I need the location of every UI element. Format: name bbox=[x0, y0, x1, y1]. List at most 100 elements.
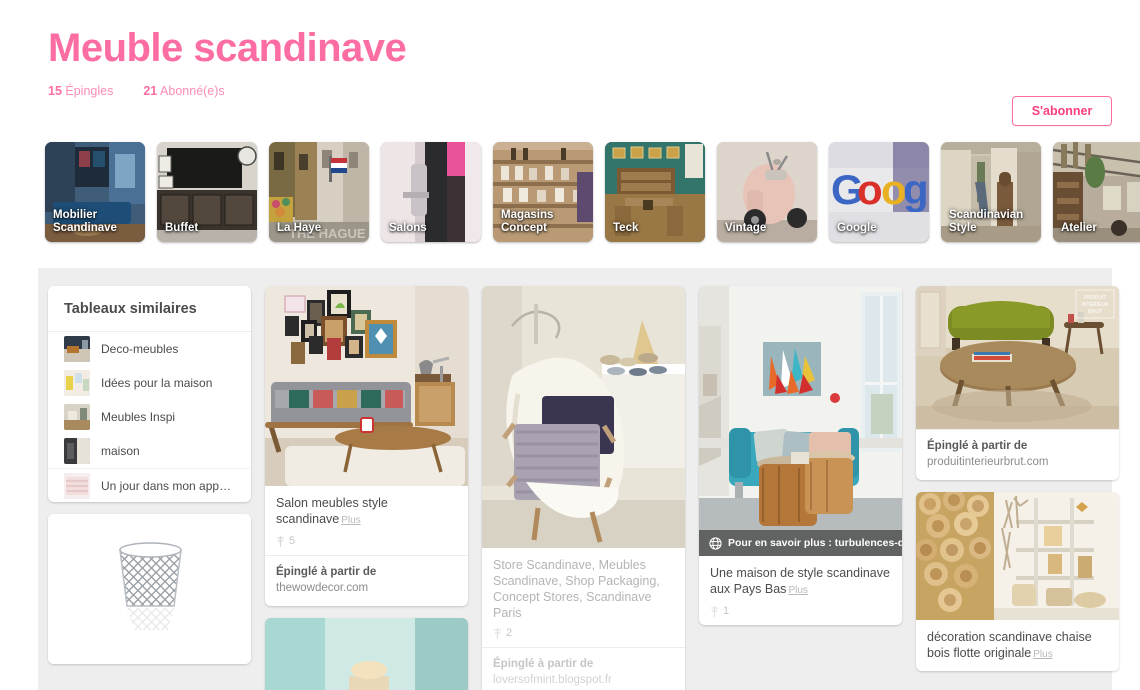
thumb-label: La Haye bbox=[277, 222, 322, 234]
similar-board-label: Deco-meubles bbox=[101, 342, 179, 356]
thumb-label: Buffet bbox=[165, 222, 199, 234]
pin-title: Une maison de style scandinave aux Pays … bbox=[710, 566, 890, 596]
similar-board-item[interactable]: Un jour dans mon appart'... bbox=[48, 468, 251, 502]
pin-stats: 2 bbox=[493, 627, 674, 639]
pin-source: Épinglé à partir de loversofmint.blogspo… bbox=[482, 647, 685, 690]
pin-photo: PRODUIT INTERIEUR BRUT bbox=[916, 286, 1119, 429]
thumb-label: Teck bbox=[613, 222, 639, 234]
thumb-teck[interactable]: Teck bbox=[605, 142, 705, 242]
pin-card-salon-scandinave[interactable]: Salon meubles style scandinave Plus 5 Épi… bbox=[265, 286, 468, 606]
similar-boards-heading: Tableaux similaires bbox=[48, 286, 251, 332]
thumb-salons[interactable]: Salons bbox=[381, 142, 481, 242]
globe-icon bbox=[709, 536, 722, 550]
similar-board-item[interactable]: Deco-meubles bbox=[48, 332, 251, 366]
teal-sofa-room-image bbox=[699, 286, 902, 556]
thumb-magasins-concept[interactable]: Magasins Concept bbox=[493, 142, 593, 242]
pin-photo bbox=[916, 492, 1119, 620]
pin-plus-link[interactable]: Plus bbox=[788, 585, 807, 596]
svg-text:INTERIEUR: INTERIEUR bbox=[1082, 302, 1109, 308]
grid-column-3: Store Scandinave, Meubles Scandinave, Sh… bbox=[482, 286, 685, 690]
pin-card-produit-interieur-brut[interactable]: PRODUIT INTERIEUR BRUT Épinglé à partir … bbox=[916, 286, 1119, 480]
thumb-scandinavian-style[interactable]: Scandinavian Style bbox=[941, 142, 1041, 242]
thumb-label: Magasins Concept bbox=[501, 209, 554, 234]
thumb-label: Google bbox=[837, 222, 877, 234]
thumb-label: Mobilier Scandinave bbox=[53, 209, 117, 234]
driftwood-decor-image bbox=[916, 492, 1119, 620]
similar-board-item[interactable]: maison bbox=[48, 434, 251, 468]
followers-count: 21 bbox=[143, 84, 158, 98]
thumb-label: Salons bbox=[389, 222, 427, 234]
similar-board-label: Idées pour la maison bbox=[101, 376, 213, 390]
thumb-mobilier-scandinave[interactable]: Mobilier Scandinave bbox=[45, 142, 145, 242]
pin-source: Épinglé à partir de produitinterieurbrut… bbox=[916, 429, 1119, 480]
pin-body: Salon meubles style scandinave Plus 5 bbox=[265, 486, 468, 555]
thumb-label: Vintage bbox=[725, 222, 767, 234]
pin-source-url[interactable]: produitinterieurbrut.com bbox=[927, 455, 1108, 470]
pin-source: Épinglé à partir de thewowdecor.com bbox=[265, 555, 468, 606]
similar-board-item[interactable]: Meubles Inspi bbox=[48, 400, 251, 434]
similar-board-item[interactable]: Idées pour la maison bbox=[48, 366, 251, 400]
similar-board-label: Un jour dans mon appart'... bbox=[101, 478, 235, 493]
subscribe-button[interactable]: S'abonner bbox=[1012, 96, 1112, 126]
thumb-la-haye[interactable]: THE HAGUE La Haye bbox=[269, 142, 369, 242]
scandinavian-living-room-image bbox=[265, 286, 468, 486]
pin-card-teal-room[interactable] bbox=[265, 618, 468, 690]
similar-board-thumb-icon bbox=[64, 404, 90, 430]
pin-photo bbox=[482, 286, 685, 548]
grid-column-5: PRODUIT INTERIEUR BRUT Épinglé à partir … bbox=[916, 286, 1119, 690]
sheepskin-chair-image bbox=[482, 286, 685, 548]
pin-repin-icon bbox=[276, 535, 285, 547]
similar-board-thumb-icon bbox=[64, 438, 90, 464]
pins-grid: Tableaux similaires Deco-meubles Idées p… bbox=[48, 286, 1119, 690]
pin-overlay-text: Pour en savoir plus : turbulences-d... bbox=[728, 537, 902, 549]
grid-column-2: Salon meubles style scandinave Plus 5 Épi… bbox=[265, 286, 468, 690]
basket-product-image bbox=[48, 514, 251, 664]
thumb-label: Scandinavian Style bbox=[949, 209, 1024, 234]
pin-plus-link[interactable]: Plus bbox=[341, 515, 360, 526]
similar-board-thumb-icon bbox=[64, 336, 90, 362]
teal-wall-room-image bbox=[265, 618, 468, 690]
pin-repin-icon bbox=[493, 627, 502, 639]
svg-text:BRUT: BRUT bbox=[1088, 309, 1102, 315]
board-thumbnail-strip: Mobilier Scandinave Buffet THE HAGUE La … bbox=[45, 142, 1140, 242]
similar-board-thumb-icon bbox=[64, 472, 90, 499]
thumb-buffet[interactable]: Buffet bbox=[157, 142, 257, 242]
pins-content-area: Tableaux similaires Deco-meubles Idées p… bbox=[38, 268, 1119, 690]
pin-title: Store Scandinave, Meubles Scandinave, Sh… bbox=[493, 558, 660, 620]
thumb-label: Atelier bbox=[1061, 222, 1097, 234]
pin-stats: 1 bbox=[710, 605, 891, 617]
pin-body: Store Scandinave, Meubles Scandinave, Sh… bbox=[482, 548, 685, 647]
similar-boards-panel: Tableaux similaires Deco-meubles Idées p… bbox=[48, 286, 251, 502]
pin-plus-link[interactable]: Plus bbox=[1033, 649, 1052, 660]
pins-count: 15 bbox=[48, 84, 62, 98]
pin-source-label: Épinglé à partir de bbox=[927, 440, 1028, 452]
pin-card-maison-pays-bas[interactable]: Pour en savoir plus : turbulences-d... U… bbox=[699, 286, 902, 625]
pin-card-basket[interactable] bbox=[48, 514, 251, 664]
pin-source-url[interactable]: loversofmint.blogspot.fr bbox=[493, 673, 674, 688]
pin-photo bbox=[265, 286, 468, 486]
pin-card-decoration-chaise-bois[interactable]: décoration scandinave chaise bois flotte… bbox=[916, 492, 1119, 671]
pin-repin-icon bbox=[710, 605, 719, 617]
grid-column-4: Pour en savoir plus : turbulences-d... U… bbox=[699, 286, 902, 690]
pin-title: Salon meubles style scandinave Plus bbox=[276, 496, 388, 526]
green-sofa-table-image: PRODUIT INTERIEUR BRUT bbox=[916, 286, 1119, 429]
pin-overlay-bar[interactable]: Pour en savoir plus : turbulences-d... bbox=[699, 530, 902, 556]
svg-text:PRODUIT: PRODUIT bbox=[1084, 295, 1107, 301]
page-title: Meuble scandinave bbox=[48, 26, 407, 70]
thumb-atelier[interactable]: Atelier bbox=[1053, 142, 1140, 242]
pin-source-url[interactable]: thewowdecor.com bbox=[276, 581, 457, 596]
thumb-google[interactable]: G o o g Google bbox=[829, 142, 929, 242]
pin-photo: Pour en savoir plus : turbulences-d... bbox=[699, 286, 902, 556]
pin-source-label: Épinglé à partir de bbox=[493, 658, 594, 670]
svg-text:o: o bbox=[857, 166, 883, 213]
pin-count: 5 bbox=[289, 535, 296, 547]
pin-photo bbox=[48, 514, 251, 664]
grid-column-1: Tableaux similaires Deco-meubles Idées p… bbox=[48, 286, 251, 690]
followers-stat: 21 Abonné(e)s bbox=[143, 84, 224, 98]
pins-label: Épingles bbox=[65, 84, 114, 98]
pins-stat: 15 Épingles bbox=[48, 84, 113, 98]
thumb-vintage[interactable]: Vintage bbox=[717, 142, 817, 242]
pin-card-store-scandinave[interactable]: Store Scandinave, Meubles Scandinave, Sh… bbox=[482, 286, 685, 690]
pin-photo bbox=[265, 618, 468, 690]
similar-board-label: maison bbox=[101, 444, 140, 458]
